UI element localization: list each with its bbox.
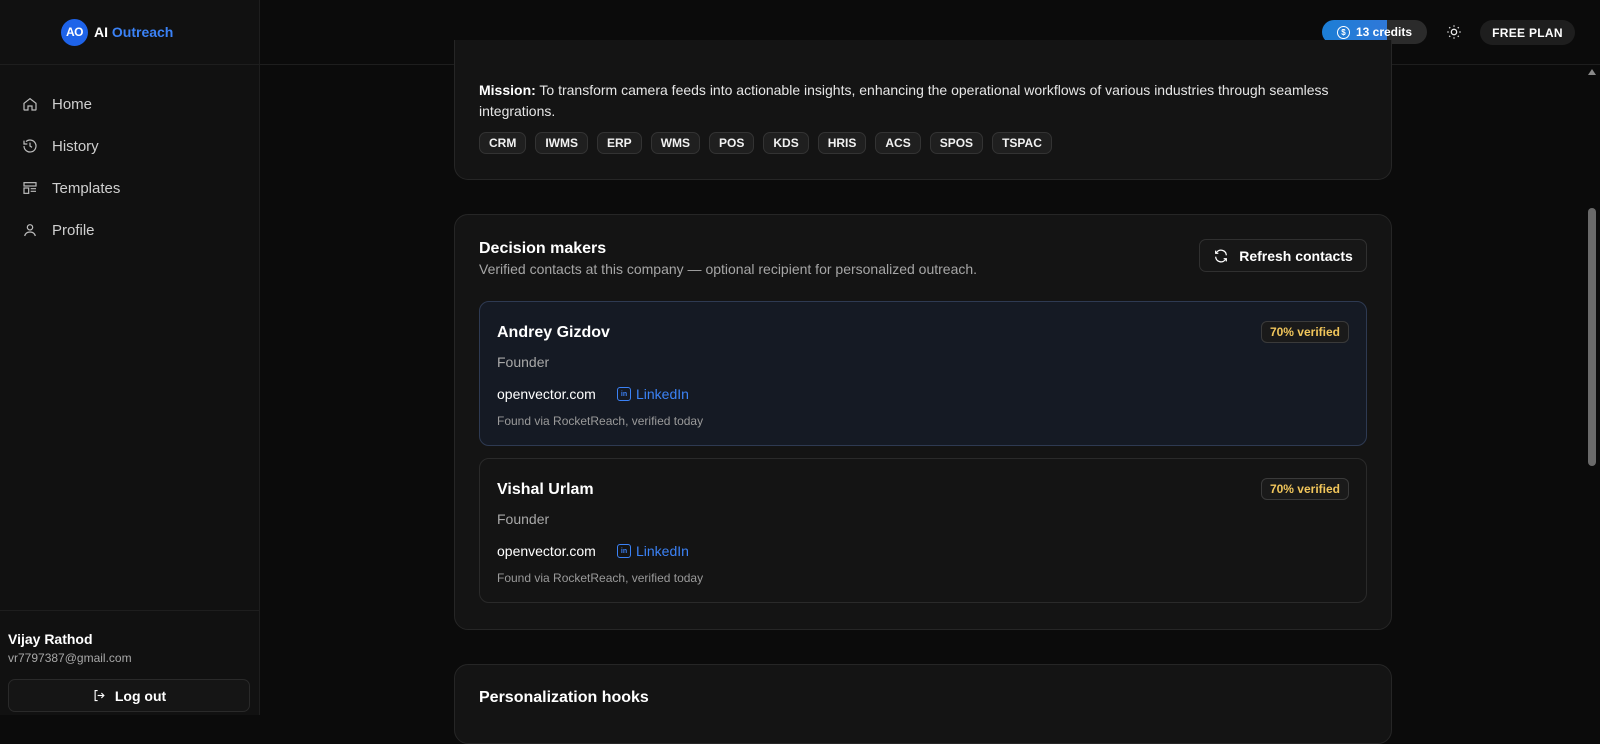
mission-text: Mission: To transform camera feeds into …: [479, 82, 1329, 119]
personalization-hooks-card: Personalization hooks: [454, 664, 1392, 744]
linkedin-link[interactable]: in LinkedIn: [617, 543, 689, 559]
contact-role: Founder: [497, 354, 550, 370]
tag: HRIS: [817, 132, 867, 154]
plan-badge[interactable]: FREE PLAN: [1480, 20, 1575, 45]
section-subtitle: Verified contacts at this company — opti…: [479, 261, 978, 277]
user-icon: [24, 224, 36, 237]
sidebar-item-profile[interactable]: Profile: [0, 209, 259, 251]
logo-badge: AO: [61, 18, 88, 46]
sidebar-item-label: Home: [52, 95, 93, 113]
brand-logo[interactable]: AO AI Outreach: [0, 0, 259, 65]
logout-button[interactable]: Log out: [8, 679, 250, 712]
sidebar-nav: Home History Templates Profile: [0, 65, 259, 251]
sidebar-item-templates[interactable]: Templates: [0, 167, 259, 209]
user-panel: Vijay Rathod vr7797387@gmail.com Log out: [0, 610, 259, 715]
decision-makers-card: Decision makers Verified contacts at thi…: [454, 214, 1392, 630]
tag: ACS: [875, 132, 921, 154]
contact-source: Found via RocketReach, verified today: [497, 414, 704, 428]
contact-name: Vishal Urlam: [497, 481, 594, 498]
scroll-up-arrow-icon[interactable]: [1588, 69, 1596, 75]
contact-card[interactable]: Vishal Urlam Founder openvector.com in L…: [479, 458, 1367, 603]
mission-card: Mission: To transform camera feeds into …: [454, 40, 1392, 180]
verified-badge: 70% verified: [1260, 478, 1349, 500]
history-icon: [23, 139, 37, 153]
sidebar-item-label: Templates: [52, 179, 121, 197]
refresh-contacts-button[interactable]: Refresh contacts: [1199, 239, 1367, 272]
logout-icon: [94, 689, 105, 702]
logout-label: Log out: [114, 687, 167, 704]
user-email: vr7797387@gmail.com: [8, 651, 132, 665]
templates-icon: [23, 182, 37, 194]
contact-domain: openvector.com: [497, 386, 596, 402]
refresh-label: Refresh contacts: [1239, 247, 1353, 264]
linkedin-link[interactable]: in LinkedIn: [617, 386, 689, 402]
home-icon: [23, 97, 37, 111]
tag: ERP: [597, 132, 642, 154]
contact-name: Andrey Gizdov: [497, 324, 610, 341]
contact-role: Founder: [497, 511, 550, 527]
sidebar-item-label: Profile: [52, 221, 95, 239]
verified-badge: 70% verified: [1260, 321, 1349, 343]
linkedin-icon: in: [617, 387, 631, 401]
contact-card[interactable]: Andrey Gizdov Founder openvector.com in …: [479, 301, 1367, 446]
sidebar-item-home[interactable]: Home: [0, 83, 259, 125]
scrollbar-thumb[interactable]: [1588, 208, 1596, 466]
sidebar-item-label: History: [52, 137, 99, 155]
tag: IWMS: [535, 132, 588, 154]
theme-toggle-sun-icon[interactable]: [1446, 24, 1462, 40]
contact-domain: openvector.com: [497, 543, 596, 559]
dollar-icon: $: [1336, 25, 1350, 39]
tag: POS: [709, 132, 755, 154]
integration-tags: CRM IWMS ERP WMS POS KDS HRIS ACS SPOS T…: [479, 132, 1052, 154]
credits-label: 13 credits: [1355, 25, 1413, 39]
section-title: Decision makers: [479, 240, 607, 257]
sidebar: AO AI Outreach Home History Templates Pr…: [0, 0, 260, 715]
contact-source: Found via RocketReach, verified today: [497, 571, 704, 585]
tag: TSPAC: [992, 132, 1052, 154]
section-title: Personalization hooks: [479, 689, 649, 706]
refresh-icon: [1215, 249, 1228, 262]
tag: SPOS: [929, 132, 984, 154]
tag: CRM: [479, 132, 527, 154]
user-name: Vijay Rathod: [8, 631, 93, 647]
sidebar-item-history[interactable]: History: [0, 125, 259, 167]
brand-name: AI Outreach: [94, 24, 174, 40]
tag: KDS: [763, 132, 809, 154]
tag: WMS: [650, 132, 701, 154]
linkedin-icon: in: [617, 544, 631, 558]
page-scrollbar[interactable]: [1584, 65, 1600, 715]
